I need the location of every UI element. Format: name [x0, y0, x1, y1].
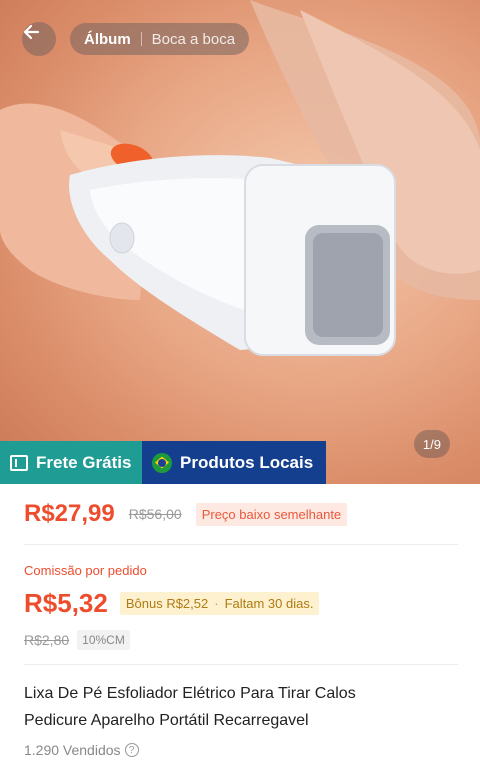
current-price: R$27,99 — [24, 500, 115, 527]
product-photo — [0, 0, 480, 356]
product-title: Lixa De Pé Esfoliador Elétrico Para Tira… — [24, 680, 464, 734]
brazil-flag-icon — [152, 452, 172, 473]
old-commission-row: R$2,80 10%CM — [24, 630, 130, 650]
sold-count-label: 1.290 Vendidos — [24, 742, 121, 758]
tab-separator — [140, 32, 142, 46]
back-button[interactable] — [22, 22, 56, 56]
divider — [24, 544, 458, 545]
sold-count: 1.290 Vendidos ? — [24, 742, 139, 758]
bonus-days-left: Faltam 30 dias. — [224, 596, 314, 611]
divider — [24, 664, 458, 665]
badge-strip: Frete Grátis Produtos Locais — [0, 441, 326, 484]
local-products-badge: Produtos Locais — [142, 441, 326, 484]
help-icon[interactable]: ? — [124, 743, 139, 757]
view-switcher: Álbum Boca a boca — [70, 23, 250, 55]
bonus-tag: Bônus R$2,52 · Faltam 30 dias. — [119, 592, 320, 615]
product-title-line: Pedicure Aparelho Portátil Recarregavel — [24, 712, 309, 729]
original-price: R$56,00 — [128, 506, 182, 522]
tab-word-of-mouth[interactable]: Boca a boca — [152, 31, 235, 48]
tab-album[interactable]: Álbum — [84, 31, 131, 48]
image-counter: 1/9 — [413, 430, 450, 458]
shipping-icon — [10, 454, 28, 471]
bonus-amount: Bônus R$2,52 — [125, 596, 209, 611]
commission-rate-tag: 10%CM — [77, 630, 130, 650]
low-price-tag: Preço baixo semelhante — [195, 502, 348, 526]
commission-label: Comissão por pedido — [24, 563, 147, 578]
commission-value: R$5,32 — [24, 588, 108, 618]
free-shipping-label: Frete Grátis — [36, 452, 132, 472]
product-title-line: Lixa De Pé Esfoliador Elétrico Para Tira… — [24, 685, 356, 702]
price-row: R$27,99 R$56,00 Preço baixo semelhante — [24, 500, 348, 528]
product-image[interactable]: Álbum Boca a boca 1/9 — [0, 0, 480, 484]
local-products-label: Produtos Locais — [180, 452, 314, 472]
old-commission-value: R$2,80 — [24, 632, 70, 648]
arrow-left-icon — [23, 24, 40, 40]
bonus-separator: · — [214, 596, 219, 611]
commission-row: R$5,32 Bônus R$2,52 · Faltam 30 dias. — [24, 588, 320, 619]
free-shipping-badge: Frete Grátis — [0, 441, 142, 484]
